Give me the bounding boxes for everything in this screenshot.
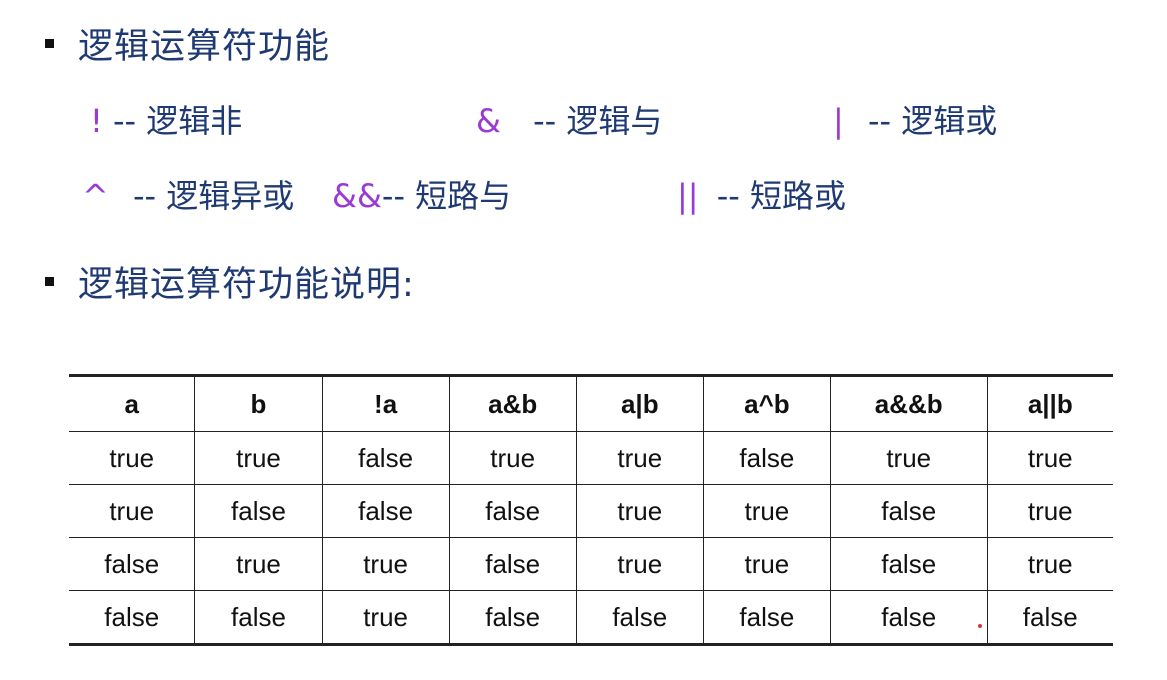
- table-cell: true: [986, 484, 1113, 538]
- operator-symbol: |: [833, 102, 844, 140]
- header-cell: !a: [321, 375, 450, 432]
- table-cell: true: [321, 537, 450, 591]
- table-header-row: a b !a a&b a|b a^b a&&b a||b: [69, 375, 1113, 432]
- table-cell: true: [829, 431, 988, 485]
- heading-text: 逻辑运算符功能说明:: [78, 265, 415, 305]
- operator-short-or: || -- 短路或: [677, 171, 846, 217]
- table-cell: false: [194, 590, 323, 645]
- table-cell: false: [702, 590, 831, 645]
- operator-dash: --: [867, 102, 892, 140]
- truth-table: a b !a a&b a|b a^b a&&b a||b true true f…: [69, 374, 1113, 646]
- operator-not: ! -- 逻辑非: [90, 96, 242, 142]
- operator-dash: --: [716, 177, 740, 215]
- operator-label: 逻辑与: [566, 102, 663, 140]
- operator-symbol: &: [476, 102, 501, 140]
- bullet-icon: [45, 277, 54, 286]
- table-row: false true true false true true false tr…: [69, 537, 1113, 591]
- operator-and: & -- 逻辑与: [476, 96, 662, 142]
- table-cell: false: [829, 537, 988, 591]
- header-cell: a|b: [575, 375, 704, 432]
- operator-or: | -- 逻辑或: [833, 96, 997, 142]
- operator-label: 逻辑或: [901, 102, 998, 140]
- table-cell: true: [194, 431, 323, 485]
- operator-label: 短路或: [750, 177, 847, 215]
- operator-short-and: &&-- 短路与: [332, 171, 511, 217]
- table-row: true false false false true true false t…: [69, 484, 1113, 538]
- table-cell: true: [69, 484, 196, 538]
- table-cell: true: [69, 431, 196, 485]
- table-cell: true: [702, 484, 831, 538]
- section-heading-description: 逻辑运算符功能说明:: [45, 256, 415, 307]
- table-cell: true: [702, 537, 831, 591]
- table-cell: false: [69, 590, 196, 645]
- table-cell: false: [69, 537, 196, 591]
- operator-symbol: ^: [82, 177, 109, 215]
- header-cell: a||b: [986, 375, 1113, 432]
- red-dot-mark: [978, 624, 982, 628]
- header-cell: a^b: [702, 375, 831, 432]
- table-cell: true: [986, 537, 1113, 591]
- table-cell: true: [575, 537, 704, 591]
- table-cell: false: [448, 590, 577, 645]
- table-row: false false true false false false false…: [69, 590, 1113, 645]
- heading-text: 逻辑运算符功能: [78, 27, 331, 67]
- operator-dash: --: [113, 102, 137, 140]
- table-cell: false: [448, 484, 577, 538]
- table-cell: true: [575, 431, 704, 485]
- table-cell: false: [321, 431, 450, 485]
- operator-symbol: ||: [677, 177, 699, 215]
- header-cell: a&b: [448, 375, 577, 432]
- operator-label: 短路与: [415, 177, 512, 215]
- table-cell: false: [702, 431, 831, 485]
- table-cell: false: [194, 484, 323, 538]
- table-cell: false: [829, 590, 988, 645]
- table-cell: false: [829, 484, 988, 538]
- operator-label: 逻辑非: [146, 102, 243, 140]
- operator-xor: ^ -- 逻辑异或: [82, 171, 294, 217]
- operator-dash: --: [381, 177, 405, 215]
- table-cell: true: [194, 537, 323, 591]
- header-cell: b: [194, 375, 323, 432]
- operator-dash: --: [132, 177, 157, 215]
- table-cell: true: [321, 590, 450, 645]
- table-cell: true: [448, 431, 577, 485]
- operator-symbol: !: [90, 102, 103, 140]
- operator-symbol: &&: [332, 177, 382, 215]
- table-row: true true false true true false true tru…: [69, 431, 1113, 485]
- section-heading-operators: 逻辑运算符功能: [45, 18, 330, 69]
- table-cell: false: [448, 537, 577, 591]
- bullet-icon: [45, 39, 54, 48]
- table-cell: false: [575, 590, 704, 645]
- table-cell: true: [986, 431, 1113, 485]
- table-cell: false: [321, 484, 450, 538]
- header-cell: a&&b: [829, 375, 988, 432]
- table-cell: true: [575, 484, 704, 538]
- operator-label: 逻辑异或: [166, 177, 295, 215]
- operator-dash: --: [533, 102, 557, 140]
- header-cell: a: [69, 375, 196, 432]
- table-cell: false: [986, 590, 1113, 645]
